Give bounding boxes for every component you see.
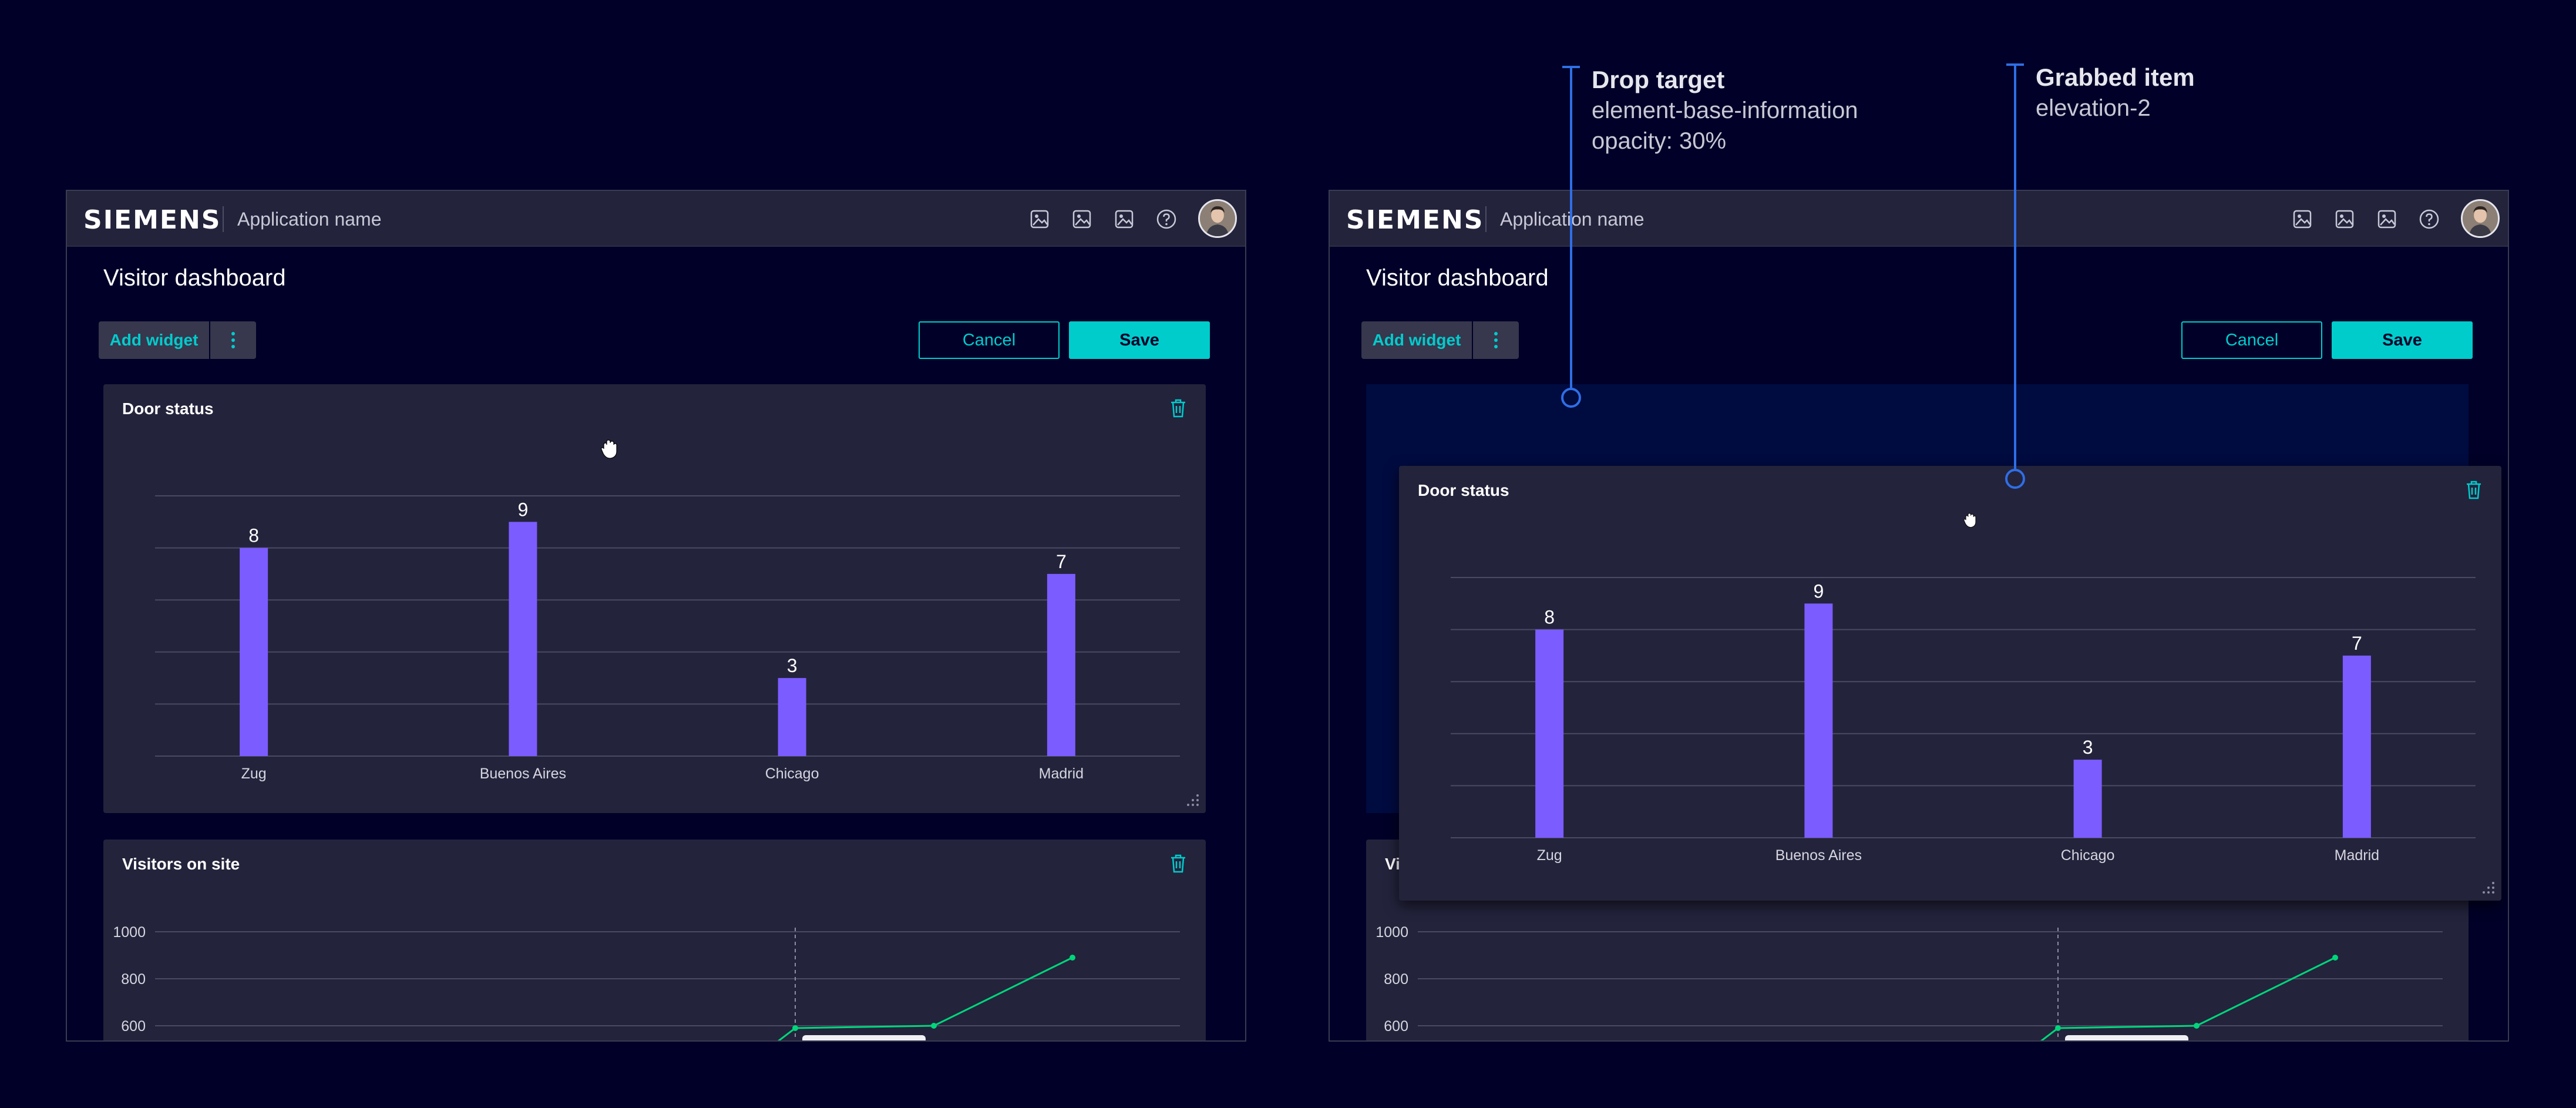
drop-target-annotation: Drop target element-base-information opa… [1592,65,1858,156]
annotation-line: elevation-2 [2036,95,2151,121]
annotation-lines [1561,63,2025,489]
grabbed-item-annotation: Grabbed item elevation-2 [2036,62,2195,123]
drop-target-anchor [1561,388,1581,408]
annotation-line: opacity: 30% [1592,128,1727,154]
annotation-title: Grabbed item [2036,63,2195,91]
annotation-title: Drop target [1592,66,1725,93]
grabbed-item-anchor [2005,469,2025,489]
annotation-line: element-base-information [1592,98,1858,123]
